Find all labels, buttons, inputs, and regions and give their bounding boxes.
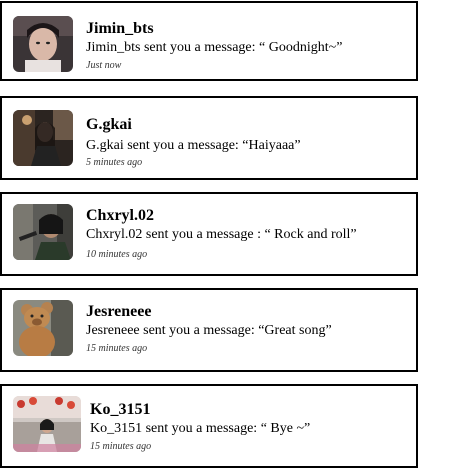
message-text: Jimin_bts sent you a message: “ Goodnigh… xyxy=(86,40,343,55)
message-text: Chxryl.02 sent you a message : “ Rock an… xyxy=(86,227,357,242)
avatar xyxy=(13,16,73,72)
notification-card[interactable]: Chxryl.02 Chxryl.02 sent you a message :… xyxy=(0,192,418,276)
avatar xyxy=(13,204,73,260)
notification-card[interactable]: Ko_3151 Ko_3151 sent you a message: “ By… xyxy=(0,384,418,468)
notification-card[interactable]: Jesreneee Jesreneee sent you a message: … xyxy=(0,288,418,372)
username[interactable]: Jimin_bts xyxy=(86,20,154,38)
ggkai-avatar-image xyxy=(13,110,73,166)
jimin-avatar-image xyxy=(13,16,73,72)
ko-avatar-image xyxy=(13,396,81,452)
username[interactable]: Ko_3151 xyxy=(90,401,150,419)
notification-card[interactable]: G.gkai G.gkai sent you a message: “Haiya… xyxy=(0,96,418,180)
message-text: Jesreneee sent you a message: “Great son… xyxy=(86,323,332,338)
username[interactable]: Jesreneee xyxy=(86,303,151,321)
timestamp: 15 minutes ago xyxy=(90,441,152,452)
username[interactable]: Chxryl.02 xyxy=(86,207,154,225)
timestamp: Just now xyxy=(86,60,122,71)
jesreneee-avatar-image xyxy=(13,300,73,356)
username[interactable]: G.gkai xyxy=(86,116,132,134)
message-text: Ko_3151 sent you a message: “ Bye ~” xyxy=(90,421,311,436)
avatar xyxy=(13,110,73,166)
chxryl-avatar-image xyxy=(13,204,73,260)
timestamp: 10 minutes ago xyxy=(86,249,148,260)
timestamp: 5 minutes ago xyxy=(86,157,143,168)
avatar xyxy=(13,396,81,452)
message-text: G.gkai sent you a message: “Haiyaaa” xyxy=(86,138,301,153)
avatar xyxy=(13,300,73,356)
timestamp: 15 minutes ago xyxy=(86,343,148,354)
notification-card[interactable]: Jimin_bts Jimin_bts sent you a message: … xyxy=(0,1,418,81)
